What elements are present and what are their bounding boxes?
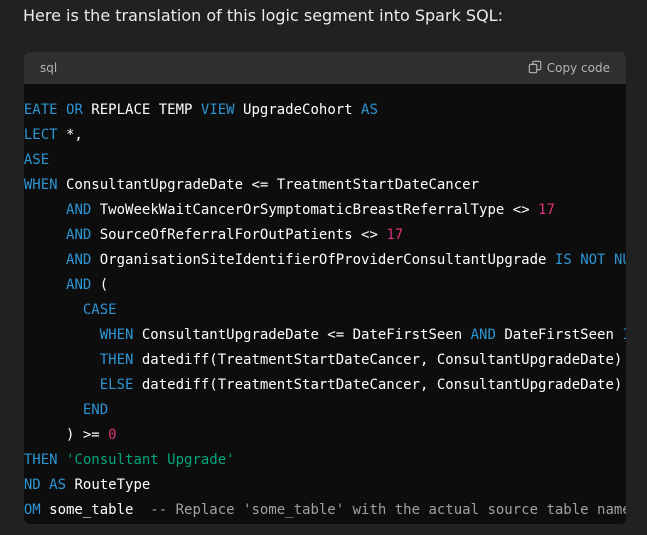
sql-keyword: WHEN <box>24 177 58 193</box>
code-line: AND TwoWeekWaitCancerOrSymptomaticBreast… <box>24 202 555 218</box>
code-line: THEN datediff(TreatmentStartDateCancer, … <box>24 352 623 368</box>
sql-comment: -- Replace 'some_table' with the actual … <box>150 502 626 518</box>
code-line: ) >= 0 <box>24 427 117 443</box>
copy-code-button[interactable]: Copy code <box>528 60 610 77</box>
sql-text: *, <box>57 127 83 143</box>
sql-string: 'Consultant Upgrade' <box>66 452 235 468</box>
sql-text: ( <box>91 277 109 293</box>
copy-code-label: Copy code <box>546 61 610 75</box>
sql-number: 17 <box>386 227 404 243</box>
sql-keyword: IS <box>554 252 572 268</box>
sql-text: OrganisationSiteIdentifierOfProviderCons… <box>91 252 555 268</box>
code-line: ELSE datediff(TreatmentStartDateCancer, … <box>24 377 623 393</box>
code-line: AND SourceOfReferralForOutPatients <> 17 <box>24 227 403 243</box>
sql-text: UpgradeCohort <box>234 102 362 118</box>
sql-keyword: OR <box>66 102 83 118</box>
code-block-header: sql Copy code <box>24 52 626 84</box>
code-block: sql Copy code CREATE OR REPLACE TEMP VIE… <box>24 52 626 524</box>
sql-text: TwoWeekWaitCancerOrSymptomaticBreastRefe… <box>91 202 539 218</box>
code-line: WHEN ConsultantUpgradeDate <= TreatmentS… <box>24 177 479 193</box>
sql-keyword: FROM <box>24 502 41 518</box>
sql-keyword: AS <box>361 102 378 118</box>
sql-keyword: NOT <box>580 252 606 268</box>
code-line: CREATE OR REPLACE TEMP VIEW UpgradeCohor… <box>24 102 378 118</box>
sql-text: SourceOfReferralForOutPatients <> <box>91 227 387 243</box>
code-line: END AS RouteType <box>24 477 150 493</box>
sql-number: 0 <box>108 427 117 443</box>
sql-keyword: CREATE <box>24 102 58 118</box>
code-content: CREATE OR REPLACE TEMP VIEW UpgradeCohor… <box>24 98 626 523</box>
sql-text: REPLACE TEMP <box>82 102 201 118</box>
code-line: WHEN ConsultantUpgradeDate <= DateFirstS… <box>24 327 626 343</box>
sql-keyword: IS <box>622 327 626 343</box>
sql-text: datediff(TreatmentStartDateCancer, Consu… <box>133 352 623 368</box>
sql-keyword: CASE <box>82 302 117 318</box>
sql-number: 17 <box>538 202 555 218</box>
sql-keyword: AS <box>49 477 67 493</box>
code-line: CASE <box>24 302 117 318</box>
sql-keyword: WHEN <box>99 327 134 343</box>
sql-text: datediff(TreatmentStartDateCancer, Consu… <box>133 377 623 393</box>
code-language-label: sql <box>40 61 58 75</box>
assistant-message-intro: Here is the translation of this logic se… <box>23 6 503 25</box>
sql-keyword: SELECT <box>24 127 58 143</box>
sql-keyword: AND <box>66 277 92 293</box>
sql-keyword: AND <box>66 202 92 218</box>
sql-keyword: CASE <box>24 152 50 168</box>
sql-text: RouteType <box>66 477 151 493</box>
code-line: THEN 'Consultant Upgrade' <box>24 452 235 468</box>
sql-text: ConsultantUpgradeDate <= DateFirstSeen <box>133 327 471 343</box>
sql-keyword: AND <box>66 252 92 268</box>
sql-keyword: NULL <box>613 252 626 268</box>
code-line: END <box>24 402 108 418</box>
sql-keyword: THEN <box>99 352 134 368</box>
sql-keyword: END <box>82 402 109 418</box>
sql-keyword: THEN <box>24 452 58 468</box>
sql-keyword: VIEW <box>200 102 235 118</box>
code-line: CASE <box>24 152 49 168</box>
sql-text: DateFirstSeen <box>495 327 623 343</box>
sql-keyword: AND <box>470 327 496 343</box>
sql-keyword: ELSE <box>99 377 134 393</box>
code-scroll-area[interactable]: CREATE OR REPLACE TEMP VIEW UpgradeCohor… <box>24 84 626 524</box>
copy-icon <box>528 60 542 77</box>
code-line: AND OrganisationSiteIdentifierOfProvider… <box>24 252 626 268</box>
sql-text: ConsultantUpgradeDate <= TreatmentStartD… <box>57 177 480 193</box>
sql-text: ) >= <box>66 427 100 443</box>
code-line: AND ( <box>24 277 108 293</box>
sql-code: CREATE OR REPLACE TEMP VIEW UpgradeCohor… <box>24 102 626 518</box>
code-line: SELECT *, <box>24 127 83 143</box>
code-line: FROM some_table -- Replace 'some_table' … <box>24 502 626 518</box>
sql-text: some_table <box>40 502 151 518</box>
sql-keyword: END <box>24 477 41 493</box>
sql-keyword: AND <box>66 227 92 243</box>
